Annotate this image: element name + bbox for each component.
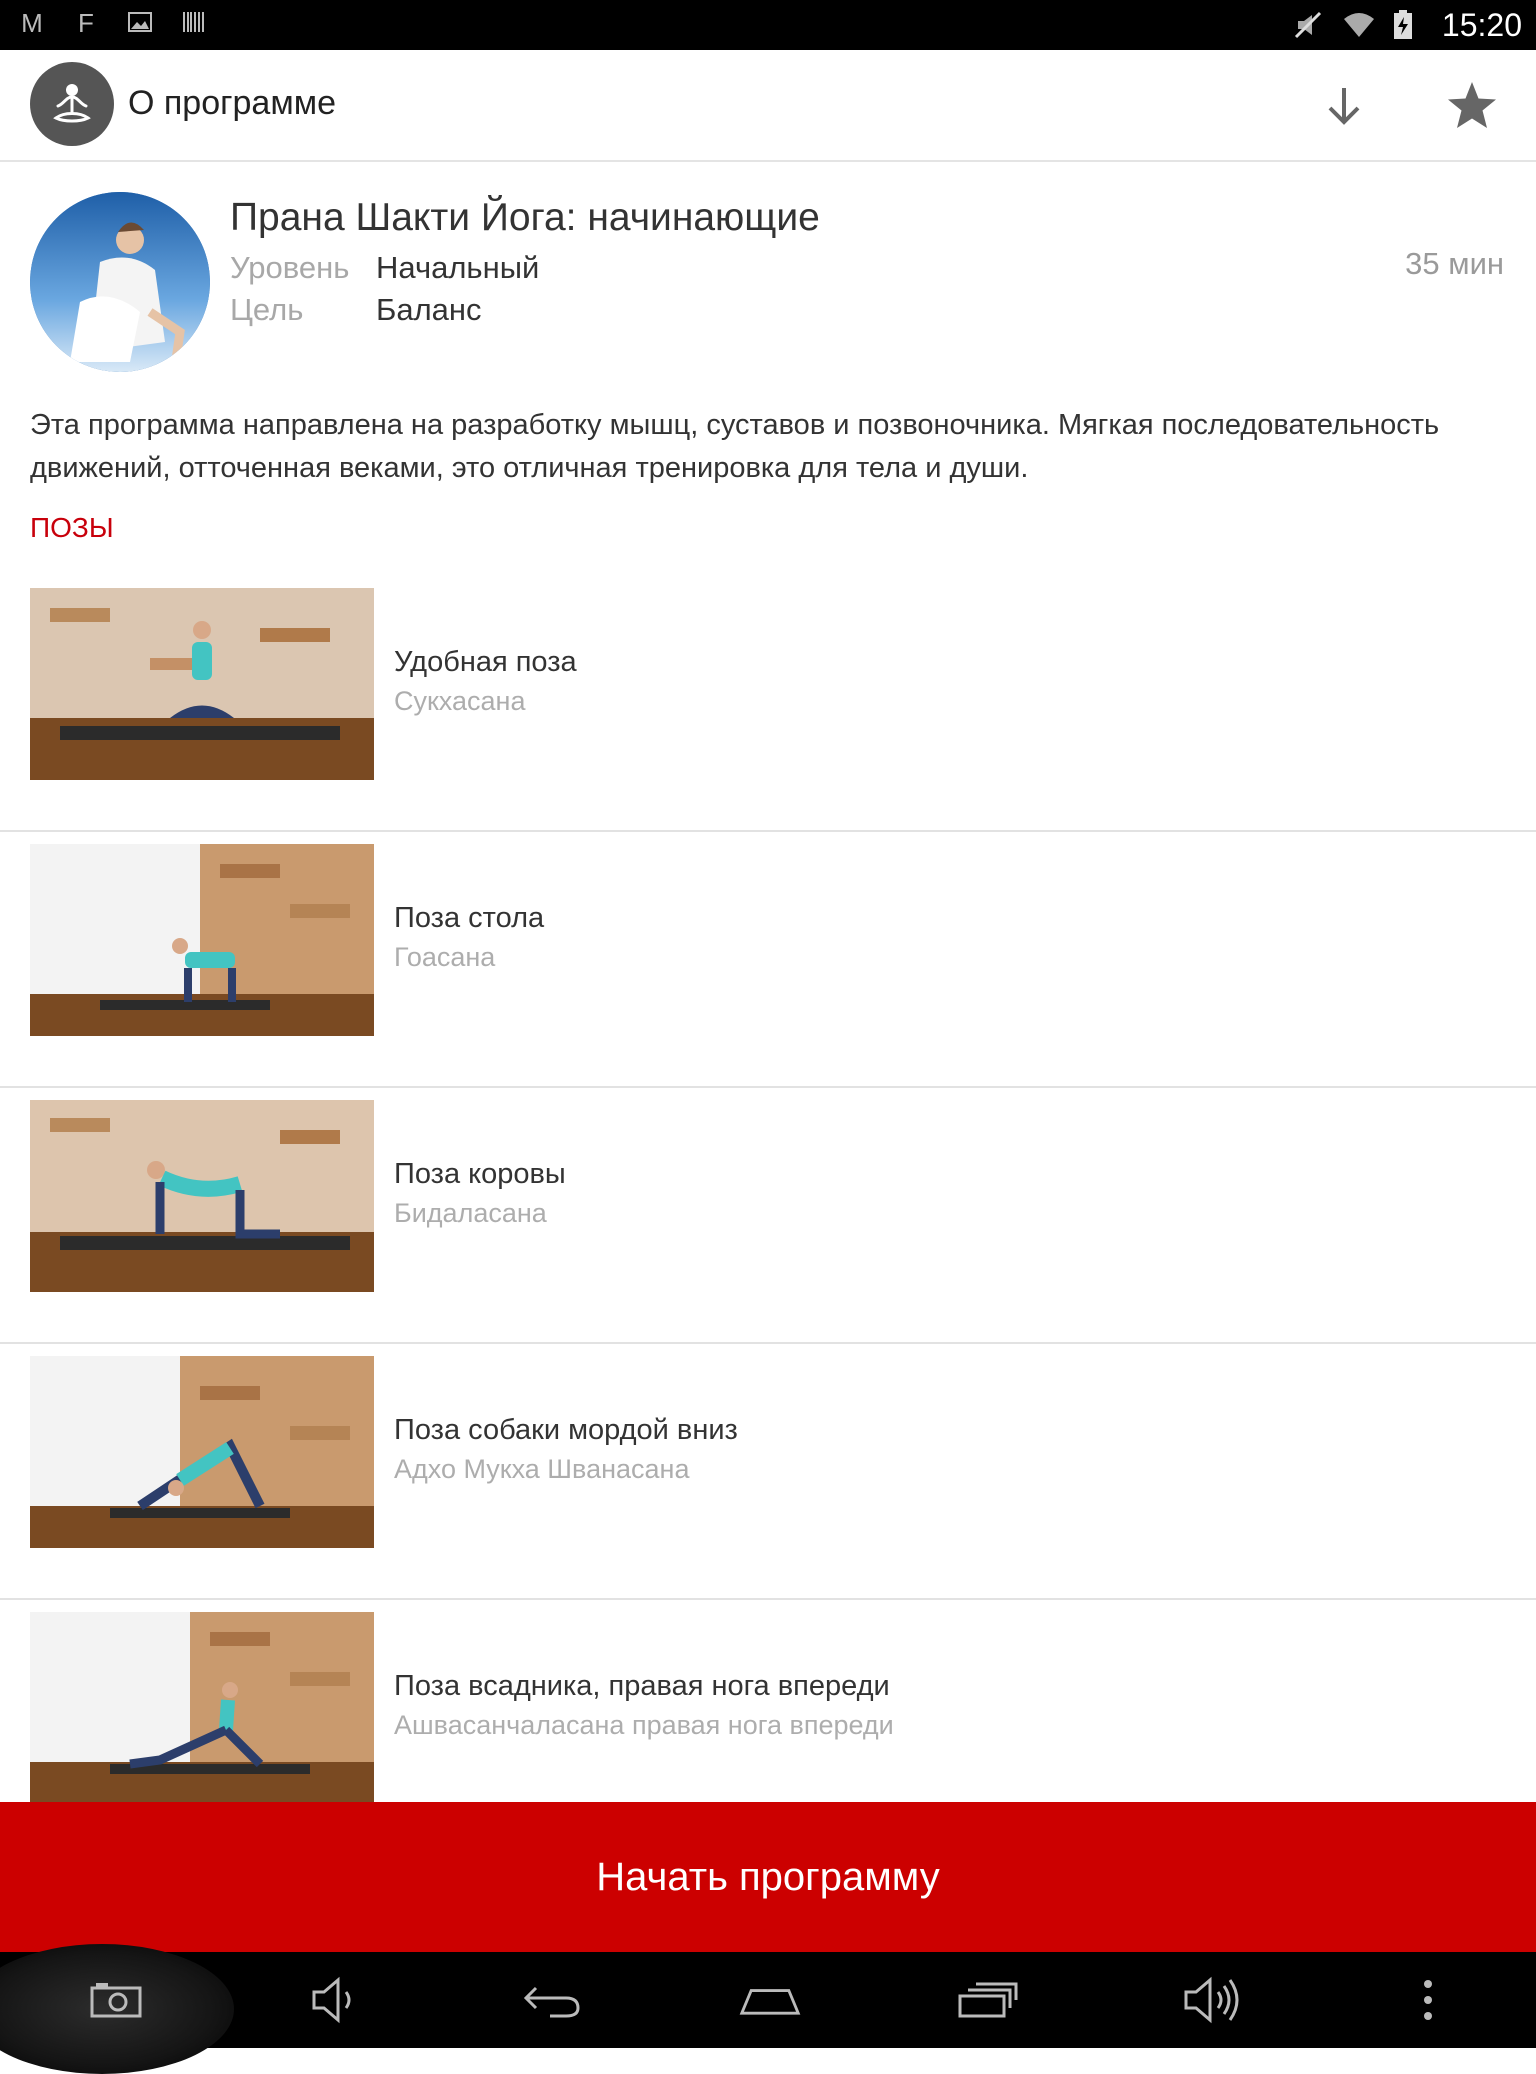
pose-name: Поза коровы [394,1158,566,1190]
star-icon[interactable] [1442,76,1502,136]
f-icon: F [78,8,94,38]
pose-sanskrit-name: Ашвасанчаласана правая нога впереди [394,1710,894,1740]
pose-thumbnail [30,844,374,1036]
pose-sanskrit-name: Гоасана [394,942,496,972]
goal-label: Цель [230,292,304,327]
level-row: Уровень Начальный [230,250,539,286]
pose-list: Удобная поза Сукхасана Поза стола Гоасан… [0,576,1536,1854]
status-bar: M F 15:20 [0,0,1536,50]
program-description: Эта программа направлена на разработку м… [30,409,1440,484]
pose-thumbnail [30,588,374,780]
mute-icon [1292,9,1324,41]
volume-up-icon[interactable] [1180,1970,1244,2030]
wifi-icon [1342,9,1374,41]
barcode-icon [180,8,208,38]
clock: 15:20 [1441,6,1522,43]
system-status: 15:20 [1292,0,1522,50]
camera-icon[interactable] [84,1970,148,2030]
poses-section-label: ПОЗЫ [30,512,114,543]
pose-item[interactable]: Поза коровы Бидаласана [0,1088,1536,1344]
pose-item[interactable]: Поза стола Гоасана [0,832,1536,1088]
pose-thumbnail [30,1100,374,1292]
pose-name: Поза всадника, правая нога впереди [394,1670,890,1702]
level-value: Начальный [376,250,540,285]
pose-sanskrit-name: Адхо Мукха Шванасана [394,1454,690,1484]
pose-name: Удобная поза [394,646,577,678]
pose-item[interactable]: Поза собаки мордой вниз Адхо Мукха Швана… [0,1344,1536,1600]
pose-sanskrit-name: Сукхасана [394,686,526,716]
back-icon[interactable] [520,1970,584,2030]
download-icon[interactable] [1314,76,1374,136]
more-icon[interactable] [1396,1970,1460,2030]
recent-apps-icon[interactable] [956,1970,1020,2030]
program-duration: 35 мин [1405,246,1504,281]
volume-down-icon[interactable] [302,1970,366,2030]
pose-name: Поза стола [394,902,545,934]
pose-name: Поза собаки мордой вниз [394,1414,738,1446]
goal-value: Баланс [376,292,482,327]
level-label: Уровень [230,250,350,285]
goal-row: Цель Баланс [230,292,482,328]
pose-thumbnail [30,1356,374,1548]
battery-charging-icon [1392,9,1424,41]
navigation-bar [0,1944,1536,2074]
pose-thumbnail [30,1612,374,1804]
home-icon[interactable] [738,1970,802,2030]
m-icon: M [21,8,43,38]
start-program-button[interactable]: Начать программу [0,1802,1536,1952]
program-avatar [30,192,210,372]
page-title: О программе [128,84,337,122]
program-title: Прана Шакти Йога: начинающие [230,196,820,239]
pose-item[interactable]: Удобная поза Сукхасана [0,576,1536,832]
pose-sanskrit-name: Бидаласана [394,1198,547,1228]
app-logo-icon[interactable] [30,62,114,146]
image-icon [126,8,154,38]
notification-icons: M F [18,8,208,38]
app-bar: О программе [0,50,1536,162]
